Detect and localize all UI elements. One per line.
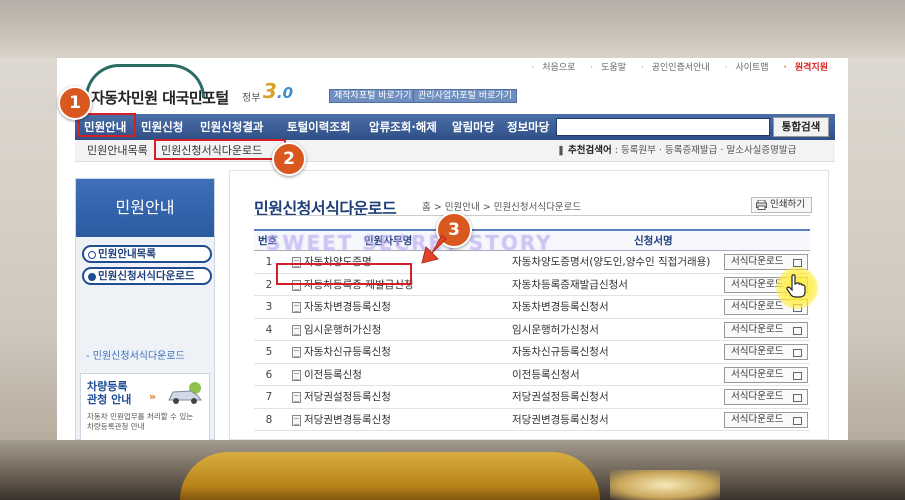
row-form-name: 임시운행허가신청서: [512, 323, 599, 336]
table-row: 7 저당권설정등록신청 저당권설정등록신청서 서식다운로드: [254, 386, 810, 409]
row-number: 6: [265, 368, 273, 381]
printer-icon: [756, 200, 768, 210]
promo-title: 차량등록 관청 안내: [87, 380, 132, 406]
column-form-name: 신청서명: [634, 235, 673, 247]
nav-item-info[interactable]: 정보마당: [507, 114, 549, 140]
hand-cursor-icon: [786, 274, 806, 298]
registration-office-promo[interactable]: 차량등록 관청 안내 » 자동차 민원업무를 처리할 수 있는 차량등록관청 안내: [80, 373, 210, 440]
sidebar-title: 민원안내: [76, 179, 214, 237]
watermark: SWEET SECRET STORY: [266, 231, 553, 255]
recommended-keywords: ❚ 추천검색어 : 등록원부 · 등록증재발급 · 말소사실증명발급: [557, 145, 797, 156]
row-service-name[interactable]: 임시운행허가신청: [290, 319, 381, 341]
double-arrow-icon: »: [149, 390, 157, 403]
row-service-name[interactable]: 자동차신규등록신청: [290, 341, 391, 363]
photo-background-right: [848, 58, 905, 440]
row-form-name: 저당권변경등록신청서: [512, 413, 609, 426]
nav-item-apply[interactable]: 민원신청: [141, 114, 183, 140]
form-download-button[interactable]: 서식다운로드: [724, 344, 808, 360]
form-table: 번호 민원사무명 신청서명 1 자동차양도증명 자동차양도증명서(양도인,양수인…: [254, 229, 810, 431]
top-link-remote-support[interactable]: · 원격지원: [777, 63, 828, 73]
search-button[interactable]: 통합검색: [773, 117, 829, 137]
form-download-button[interactable]: 서식다운로드: [724, 411, 808, 428]
row-form-name: 저당권설정등록신청서: [512, 391, 609, 403]
top-link-sitemap[interactable]: · 사이트맵: [719, 63, 769, 73]
photo-background-top: [0, 0, 905, 58]
row-form-name: 이전등록신청서: [512, 368, 580, 381]
content-panel: 민원신청서식다운로드 홈 > 민원안내 > 민원신청서식다운로드 인쇄하기 번호…: [229, 170, 829, 440]
subnav-item-guide-list[interactable]: 민원안내목록: [87, 140, 148, 162]
form-download-button[interactable]: 서식다운로드: [724, 321, 808, 338]
row-form-name: 자동차등록증재발급신청서: [512, 278, 628, 291]
sidebar: 민원안내 민원안내목록 민원신청서식다운로드 - 민원신청서식다운로드 차량등록…: [75, 178, 215, 440]
row-service-name[interactable]: 저당권변경등록신청: [290, 409, 391, 431]
row-service-name[interactable]: 저당권설정등록신청: [290, 386, 391, 408]
business-portal-button[interactable]: 관리사업자포털 바로가기: [413, 89, 517, 103]
step-badge-2: 2: [272, 142, 306, 176]
row-form-name: 자동차신규등록신청서: [512, 346, 609, 358]
row-number: 7: [265, 391, 273, 403]
highlight-box-2: [154, 139, 286, 160]
web-page: 자동차민원 대국민포털 정부 3.0 제작자포털 바로가기 관리사업자포털 바로…: [57, 58, 848, 440]
highlight-box-1: [78, 113, 136, 137]
form-download-button[interactable]: 서식다운로드: [724, 389, 808, 405]
main-nav: 민원안내 민원신청 민원신청결과 토털이력조회 압류조회·해제 알림마당 정보마…: [75, 114, 835, 140]
top-link-help[interactable]: · 도움말: [584, 63, 626, 73]
row-service-name[interactable]: 자동차변경등록신청: [290, 296, 391, 318]
row-number: 8: [265, 413, 273, 426]
table-row: 5 자동차신규등록신청 자동차신규등록신청서 서식다운로드: [254, 341, 810, 364]
keyword-links[interactable]: : 등록원부 · 등록증재발급 · 말소사실증명발급: [615, 145, 797, 156]
nav-item-notice[interactable]: 알림마당: [452, 114, 494, 140]
nav-item-result[interactable]: 민원신청결과: [200, 114, 263, 140]
table-row: 6 이전등록신청 이전등록신청서 서식다운로드: [254, 364, 810, 386]
nav-item-history[interactable]: 토털이력조회: [287, 114, 350, 140]
gov-version-logo: 3.0: [263, 79, 294, 103]
row-number: 2: [265, 278, 273, 291]
step-badge-1: 1: [58, 86, 92, 120]
row-service-name[interactable]: 이전등록신청: [290, 364, 362, 386]
gov-label: 정부: [242, 93, 261, 104]
pointer-arrow-icon: [421, 234, 447, 264]
nav-item-seizure[interactable]: 압류조회·해제: [369, 114, 437, 140]
row-number: 5: [265, 346, 273, 358]
top-link-cert[interactable]: · 공인인증서안내: [635, 63, 710, 73]
sidebar-item-form-download[interactable]: 민원신청서식다운로드: [82, 267, 212, 285]
maker-portal-button[interactable]: 제작자포털 바로가기: [329, 89, 417, 103]
print-button[interactable]: 인쇄하기: [751, 197, 812, 213]
highlight-box-3: [276, 263, 412, 285]
taxi-light-image: [610, 470, 720, 500]
top-links: · 처음으로 · 도움말 · 공인인증서안내 · 사이트맵 · 원격지원: [519, 60, 828, 73]
table-row: 4 임시운행허가신청 임시운행허가신청서 서식다운로드: [254, 319, 810, 341]
title-divider: [254, 215, 810, 216]
car-icon: [168, 382, 202, 404]
top-link-home[interactable]: · 처음으로: [525, 63, 575, 73]
row-number: 3: [265, 301, 273, 313]
sidebar-item-guide-list[interactable]: 민원안내목록: [82, 245, 212, 263]
promo-description: 자동차 민원업무를 처리할 수 있는 차량등록관청 안내: [87, 412, 194, 431]
photo-background-left: [0, 58, 57, 440]
search-input[interactable]: [556, 118, 770, 136]
row-number: 4: [265, 323, 273, 336]
breadcrumb: 홈 > 민원안내 > 민원신청서식다운로드: [422, 202, 582, 213]
row-form-name: 자동차변경등록신청서: [512, 301, 609, 313]
table-row: 8 저당권변경등록신청 저당권변경등록신청서 서식다운로드: [254, 409, 810, 431]
taxi-image: [180, 452, 600, 500]
sidebar-subitem-form-download[interactable]: - 민원신청서식다운로드: [86, 347, 185, 362]
site-logo[interactable]: 자동차민원 대국민포털: [91, 87, 229, 108]
table-row: 3 자동차변경등록신청 자동차변경등록신청서 서식다운로드: [254, 296, 810, 319]
form-download-button[interactable]: 서식다운로드: [724, 366, 808, 383]
